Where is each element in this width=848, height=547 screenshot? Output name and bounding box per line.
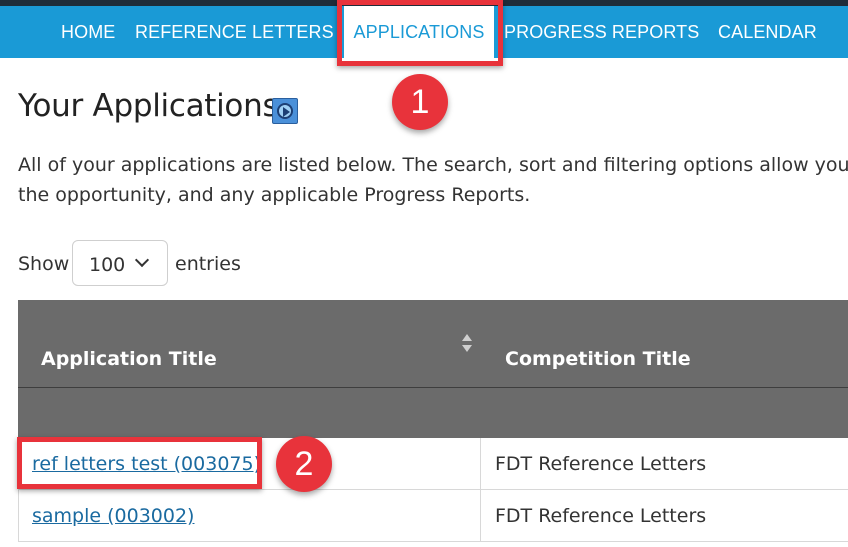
application-link-highlight-box (17, 437, 262, 489)
step-1-badge: 1 (392, 74, 448, 130)
sort-icon[interactable] (462, 334, 472, 354)
page-title: Your Applications (18, 88, 279, 124)
entries-value: 100 (89, 254, 126, 276)
competition-cell: FDT Reference Letters (495, 505, 707, 527)
intro-text: All of your applications are listed belo… (18, 150, 848, 210)
intro-line-2: the opportunity, and any applicable Prog… (18, 184, 531, 206)
video-play-icon[interactable] (272, 98, 298, 124)
table-row: sample (003002) FDT Reference Letters (18, 490, 848, 542)
nav-calendar[interactable]: CALENDAR (718, 6, 817, 58)
nav-reference-letters[interactable]: REFERENCE LETTERS (135, 6, 334, 58)
entries-select[interactable]: 100 (72, 240, 168, 286)
filter-row (18, 388, 848, 438)
chevron-down-icon (134, 252, 150, 268)
entries-label: entries (175, 253, 241, 275)
nav-progress-reports[interactable]: PROGRESS REPORTS (504, 6, 699, 58)
table-header: Application Title Competition Title (18, 300, 848, 388)
show-label: Show (18, 253, 70, 275)
applications-highlight-box (337, 0, 503, 66)
column-application-title[interactable]: Application Title (41, 348, 217, 370)
application-link[interactable]: sample (003002) (32, 505, 194, 527)
nav-home[interactable]: HOME (61, 6, 115, 58)
intro-line-1: All of your applications are listed belo… (18, 154, 848, 176)
column-competition-title[interactable]: Competition Title (505, 348, 691, 370)
step-2-badge: 2 (276, 436, 332, 492)
competition-cell: FDT Reference Letters (495, 453, 707, 475)
